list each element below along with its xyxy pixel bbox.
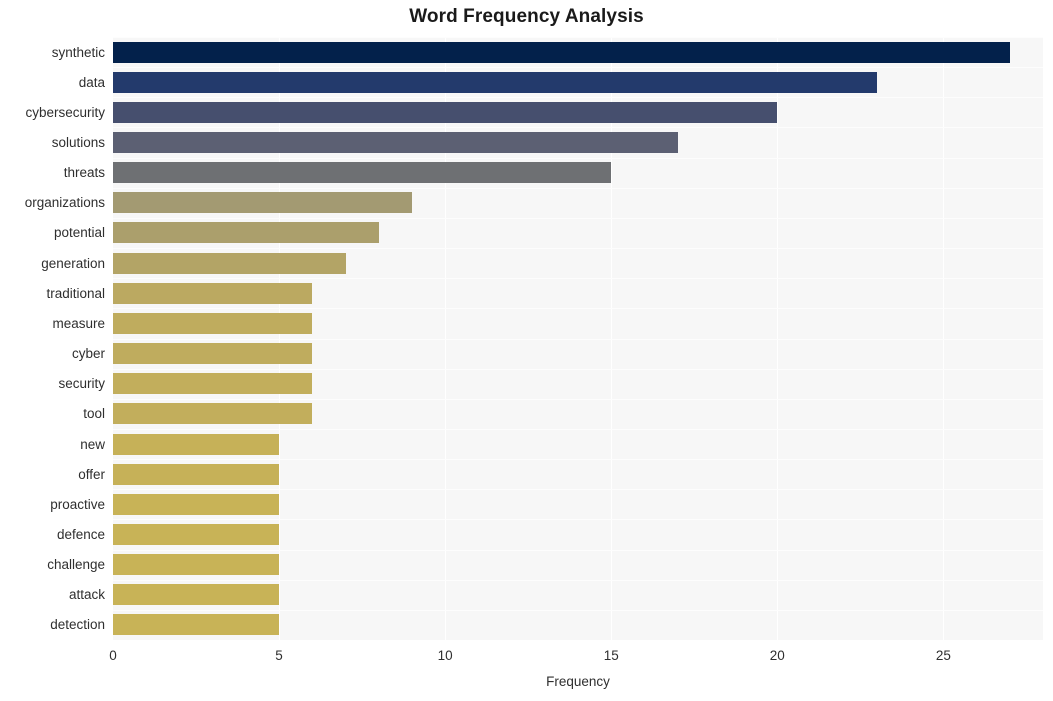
- y-tick-label: proactive: [50, 496, 105, 512]
- x-axis-title: Frequency: [546, 674, 610, 689]
- x-axis-tick-labels: 0 5 10 15 20 25: [0, 648, 1053, 668]
- y-tick-label: threats: [63, 165, 105, 181]
- y-tick-label: potential: [53, 225, 105, 241]
- y-tick-label: generation: [41, 255, 105, 271]
- y-tick-label: attack: [68, 587, 105, 603]
- y-tick-label: offer: [78, 466, 105, 482]
- chart-title: Word Frequency Analysis: [409, 6, 644, 27]
- y-tick-label: defence: [56, 526, 105, 542]
- x-tick-label: 5: [275, 648, 283, 663]
- y-tick-label: challenge: [47, 557, 105, 573]
- y-tick-label: data: [78, 74, 105, 90]
- y-tick-label: security: [58, 376, 105, 392]
- y-tick-label: organizations: [24, 195, 105, 211]
- y-tick-label: measure: [52, 315, 105, 331]
- y-tick-label: solutions: [51, 135, 105, 151]
- x-tick-label: 0: [109, 648, 117, 663]
- y-tick-label: new: [80, 436, 105, 452]
- x-tick-label: 15: [603, 648, 619, 663]
- y-tick-label: detection: [50, 617, 105, 633]
- y-tick-label: synthetic: [51, 44, 105, 60]
- x-tick-label: 25: [935, 648, 951, 663]
- y-axis-tick-labels: synthetic data cybersecurity solutions threa…: [0, 37, 1053, 640]
- y-tick-label: traditional: [46, 285, 105, 301]
- chart-figure: Word Frequency Analysis synthetic data cyb…: [0, 0, 1053, 701]
- y-tick-label: tool: [83, 406, 105, 422]
- y-tick-label: cybersecurity: [25, 104, 105, 120]
- y-tick-label: cyber: [71, 346, 105, 362]
- x-tick-label: 20: [769, 648, 785, 663]
- x-tick-label: 10: [437, 648, 453, 663]
